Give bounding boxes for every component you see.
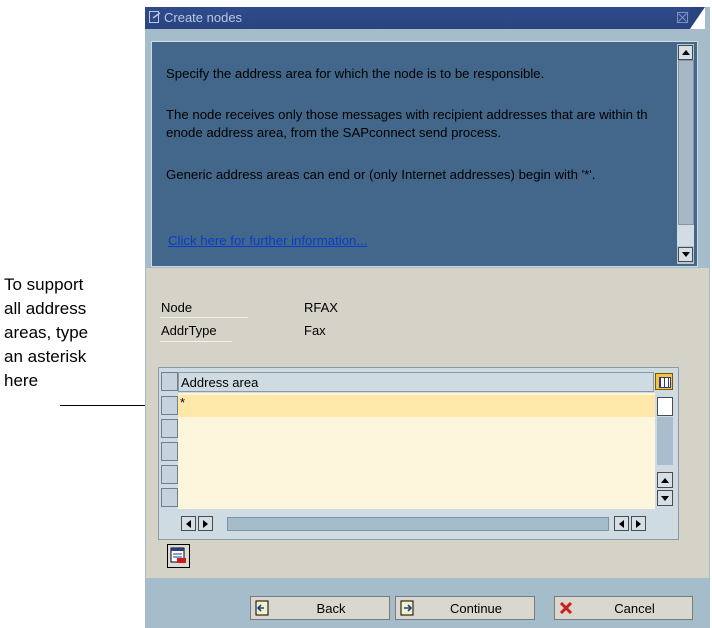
table-vertical-scrollbar[interactable] xyxy=(656,395,674,508)
arrow-up-icon xyxy=(661,477,669,483)
scroll-down-button[interactable] xyxy=(678,247,693,262)
column-header-address-area[interactable]: Address area xyxy=(178,372,654,392)
continue-label: Continue xyxy=(449,600,503,616)
hscroll-trough[interactable] xyxy=(227,517,609,531)
callout-line-1: To support xyxy=(4,275,84,294)
further-info-link[interactable]: Click here for further information... xyxy=(168,233,367,248)
close-icon[interactable] xyxy=(677,12,688,23)
scroll-up-button[interactable] xyxy=(678,45,693,60)
cancel-button[interactable]: Cancel xyxy=(554,596,693,620)
callout-line-3: areas, type xyxy=(4,323,89,342)
continue-icon xyxy=(396,597,418,619)
delete-row-icon xyxy=(170,547,186,563)
continue-button[interactable]: Continue xyxy=(395,596,535,620)
row-selector-2[interactable] xyxy=(161,419,178,438)
back-button[interactable]: Back xyxy=(250,596,390,620)
select-all-button[interactable] xyxy=(161,372,178,391)
arrow-right-icon xyxy=(203,519,208,528)
scroll-up-button[interactable] xyxy=(657,472,673,488)
scroll-thumb[interactable] xyxy=(657,397,673,416)
arrow-up-icon xyxy=(681,50,690,55)
dialog-icon xyxy=(149,11,161,23)
addrtype-label-underline xyxy=(160,341,232,342)
table-settings-icon[interactable] xyxy=(655,373,673,390)
info-paragraph-3: Generic address areas can end or (only I… xyxy=(166,167,596,182)
addrtype-label: AddrType xyxy=(161,323,217,338)
back-label: Back xyxy=(316,600,346,616)
info-paragraph-1: Specify the address area for which the n… xyxy=(166,66,545,81)
callout-text: To support all address areas, type an as… xyxy=(4,273,144,393)
node-label: Node xyxy=(161,300,193,315)
delete-row-button[interactable] xyxy=(167,544,190,568)
info-scrollbar[interactable] xyxy=(677,44,694,264)
scroll-down-button[interactable] xyxy=(657,490,673,506)
arrow-left-icon xyxy=(186,519,191,528)
address-area-input[interactable]: * xyxy=(180,395,185,410)
hscroll-right-button[interactable] xyxy=(198,516,213,531)
arrow-right-icon xyxy=(636,519,641,528)
arrow-left-icon xyxy=(619,519,624,528)
row-selector-3[interactable] xyxy=(161,442,178,461)
addrtype-value: Fax xyxy=(304,323,326,338)
hscroll-left-button[interactable] xyxy=(181,516,196,531)
title-bar-corner xyxy=(690,7,705,29)
row-selector-5[interactable] xyxy=(161,488,178,507)
dialog-title: Create nodes xyxy=(164,10,243,25)
row-selector-1[interactable] xyxy=(161,396,178,415)
hscroll-left-button-2[interactable] xyxy=(614,516,629,531)
table-row[interactable] xyxy=(178,395,655,417)
callout-line-2: all address xyxy=(4,299,87,318)
callout-line-5: here xyxy=(4,371,39,390)
scroll-thumb[interactable] xyxy=(678,60,694,225)
hscroll-right-button-2[interactable] xyxy=(631,516,646,531)
scroll-trough[interactable] xyxy=(657,417,673,465)
callout-line-4: an asterisk xyxy=(4,347,87,366)
node-value: RFAX xyxy=(304,300,338,315)
cancel-x-icon xyxy=(555,597,577,619)
arrow-down-icon xyxy=(681,252,690,257)
arrow-down-icon xyxy=(661,495,669,501)
info-paragraph-2: The node receives only those messages wi… xyxy=(166,107,648,140)
node-label-underline xyxy=(160,317,248,318)
row-selector-4[interactable] xyxy=(161,465,178,484)
cancel-label: Cancel xyxy=(614,600,655,616)
back-icon xyxy=(251,597,273,619)
